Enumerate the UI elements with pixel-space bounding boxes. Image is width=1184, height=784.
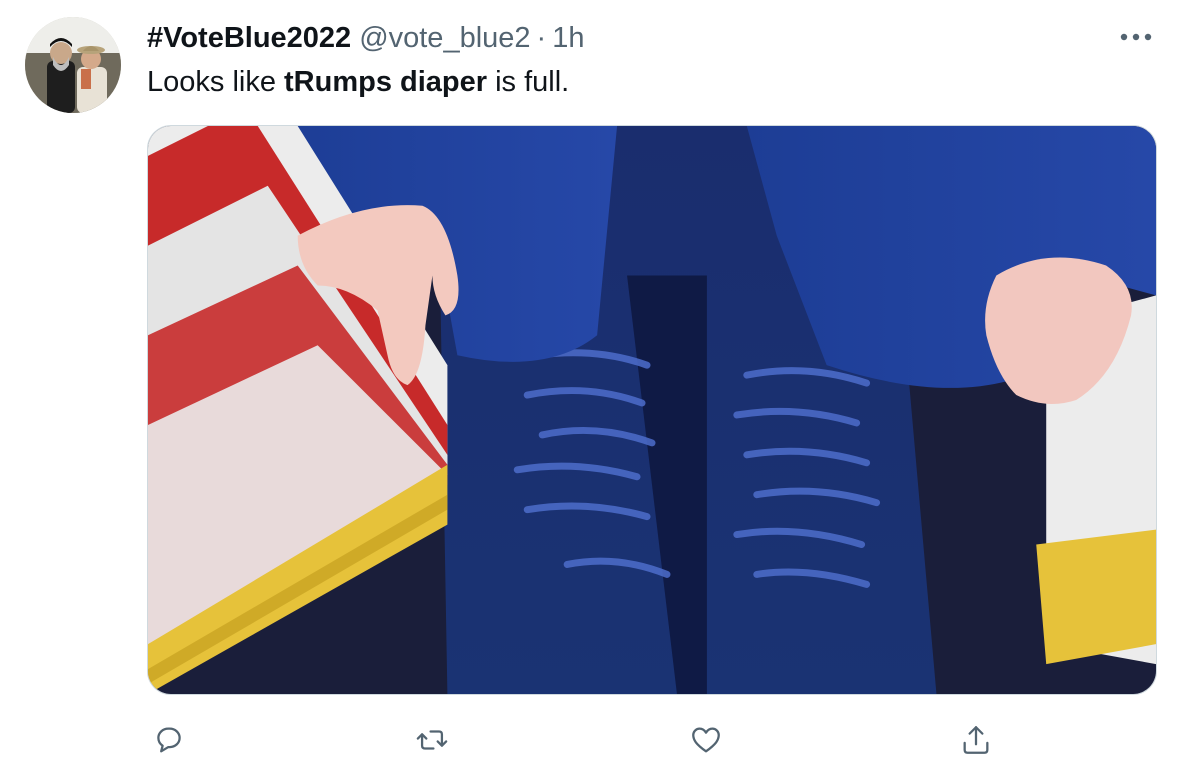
tweet-actions <box>147 718 1157 762</box>
like-button[interactable] <box>684 718 728 762</box>
retweet-icon <box>416 730 448 750</box>
tweet-text-before: Looks like <box>147 66 285 98</box>
handle[interactable]: @vote_blue2 <box>359 22 530 54</box>
share-icon <box>963 726 989 754</box>
reply-icon <box>157 727 181 753</box>
retweet-button[interactable] <box>410 718 454 762</box>
avatar[interactable] <box>25 17 121 113</box>
tweet-meta: @vote_blue2 · 1h <box>359 22 584 55</box>
more-button[interactable] <box>1116 24 1156 50</box>
heart-icon <box>692 727 720 753</box>
display-name[interactable]: #VoteBlue2022 <box>147 22 351 55</box>
avatar-photo <box>25 17 121 113</box>
separator: · <box>536 21 547 54</box>
share-button[interactable] <box>954 718 998 762</box>
timestamp[interactable]: 1h <box>552 22 584 54</box>
tweet-text-after: is full. <box>487 66 570 98</box>
tweet-header: #VoteBlue2022 @vote_blue2 · 1h <box>147 20 584 56</box>
reply-button[interactable] <box>147 718 191 762</box>
tweet-text-bold: tRumps diaper <box>284 66 488 98</box>
media-photo <box>148 126 1156 694</box>
more-horizontal-icon <box>1120 33 1152 41</box>
tweet-media[interactable] <box>147 125 1157 695</box>
tweet-text: Looks like tRumps diaper is full. <box>147 63 569 101</box>
